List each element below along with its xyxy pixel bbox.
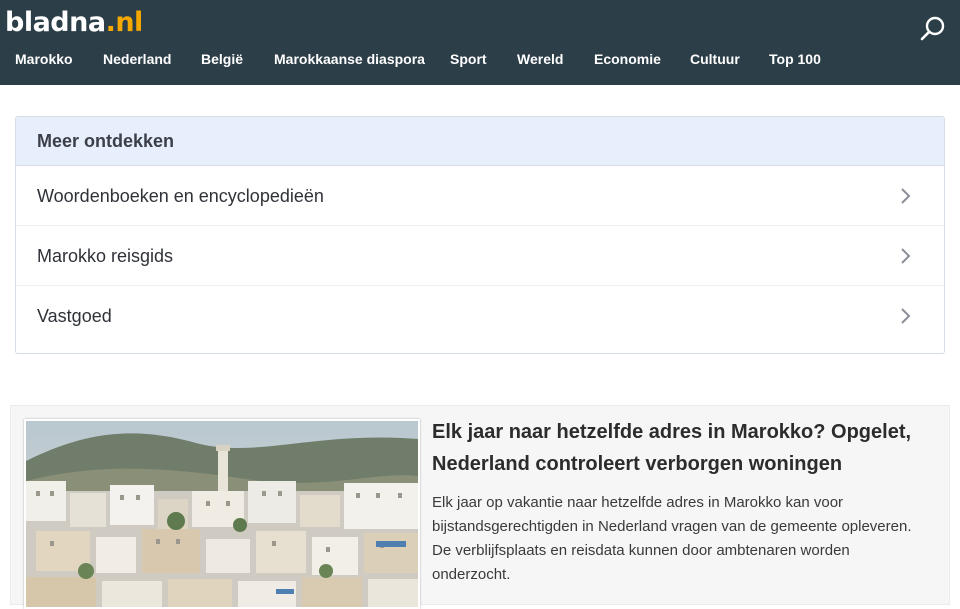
chevron-right-icon [901, 308, 911, 324]
nav-item-sport[interactable]: Sport [450, 48, 487, 70]
nav-item-nederland[interactable]: Nederland [103, 48, 171, 70]
nav-item-top-100[interactable]: Top 100 [769, 48, 821, 70]
search-button[interactable] [918, 14, 948, 44]
discover-item-label: Vastgoed [37, 306, 112, 326]
chevron-right-icon [901, 188, 911, 204]
site-logo[interactable]: bladna.nl [5, 6, 143, 40]
article-headline[interactable]: Elk jaar naar hetzelfde adres in Marokko… [432, 416, 932, 480]
search-icon [920, 16, 945, 41]
discover-item-woordenboeken[interactable]: Woordenboeken en encyclopedieën [16, 166, 944, 226]
chevron-right-icon [901, 248, 911, 264]
nav-item-belgie[interactable]: België [201, 48, 243, 70]
discover-more-box: Meer ontdekken Woordenboeken en encyclop… [15, 116, 945, 354]
logo-tld: .nl [105, 7, 144, 38]
town-photo [26, 421, 418, 607]
discover-item-vastgoed[interactable]: Vastgoed [16, 286, 944, 346]
nav-item-wereld[interactable]: Wereld [517, 48, 563, 70]
discover-item-reisgids[interactable]: Marokko reisgids [16, 226, 944, 286]
discover-title: Meer ontdekken [16, 117, 944, 166]
nav-item-economie[interactable]: Economie [594, 48, 661, 70]
nav-item-cultuur[interactable]: Cultuur [690, 48, 740, 70]
article-thumbnail[interactable] [24, 419, 420, 609]
article-summary: Elk jaar op vakantie naar hetzelfde adre… [432, 494, 912, 583]
article-card: Elk jaar naar hetzelfde adres in Marokko… [10, 405, 950, 609]
discover-item-label: Woordenboeken en encyclopedieën [37, 186, 324, 206]
discover-item-label: Marokko reisgids [37, 246, 174, 266]
logo-main: bladna [5, 7, 106, 38]
nav-item-marokko[interactable]: Marokko [15, 48, 73, 70]
nav-item-marokkaanse-diaspora[interactable]: Marokkaanse diaspora [274, 48, 425, 70]
main-nav: Marokko Nederland België Marokkaanse dia… [0, 48, 960, 70]
site-header: bladna.nl Marokko Nederland België Marok… [0, 0, 960, 85]
